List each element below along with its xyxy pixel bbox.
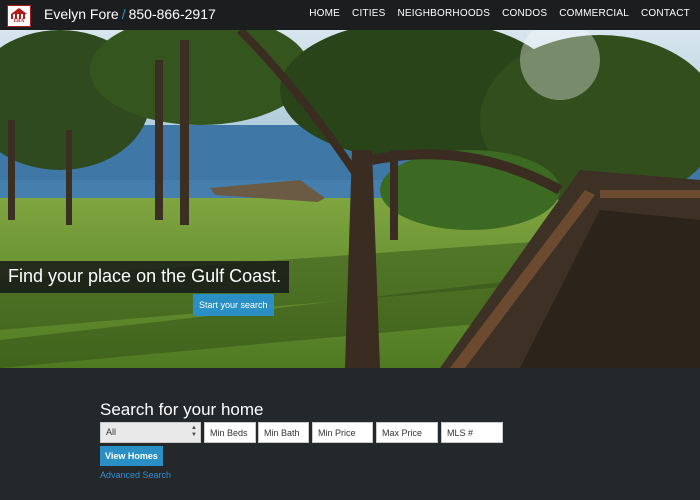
main-nav: HOME CITIES NEIGHBORHOODS CONDOS COMMERC… <box>309 8 690 19</box>
max-price-input[interactable] <box>376 422 438 443</box>
view-homes-button[interactable]: View Homes <box>100 446 163 466</box>
nav-cities[interactable]: CITIES <box>352 8 385 19</box>
city-select-value: All <box>106 427 117 437</box>
nav-neighborhoods[interactable]: NEIGHBORHOODS <box>397 8 490 19</box>
nav-home[interactable]: HOME <box>309 8 340 19</box>
nav-condos[interactable]: CONDOS <box>502 8 547 19</box>
agent-brand[interactable]: Evelyn Fore/850-866-2917 <box>44 6 216 22</box>
era-logo-icon[interactable]: ERA <box>7 5 31 27</box>
logo-text: ERA <box>13 19 25 24</box>
top-bar: ERA Evelyn Fore/850-866-2917 HOME CITIES… <box>0 0 700 30</box>
home-search-panel: Search for your home All ▲▼ View Homes A… <box>0 368 700 500</box>
nav-commercial[interactable]: COMMERCIAL <box>559 8 629 19</box>
search-title: Search for your home <box>100 400 264 419</box>
hero-tagline: Find your place on the Gulf Coast. <box>0 261 290 293</box>
city-select[interactable]: All ▲ ▼ <box>100 422 201 443</box>
min-price-input[interactable] <box>312 422 373 443</box>
hero-photo <box>0 30 700 368</box>
select-arrows-icon: ▲ ▼ <box>191 425 197 438</box>
min-bath-input[interactable] <box>258 422 309 443</box>
agent-name: Evelyn Fore <box>44 6 119 22</box>
agent-phone: 850-866-2917 <box>128 6 216 22</box>
mls-input[interactable] <box>441 422 503 443</box>
min-beds-input[interactable] <box>204 422 256 443</box>
advanced-search-link[interactable]: Advanced Search <box>100 470 171 480</box>
brand-separator: / <box>121 6 126 22</box>
start-search-button[interactable]: Start your search <box>193 294 274 316</box>
nav-contact[interactable]: CONTACT <box>641 8 690 19</box>
hero-banner: Find your place on the Gulf Coast. Start… <box>0 30 700 368</box>
